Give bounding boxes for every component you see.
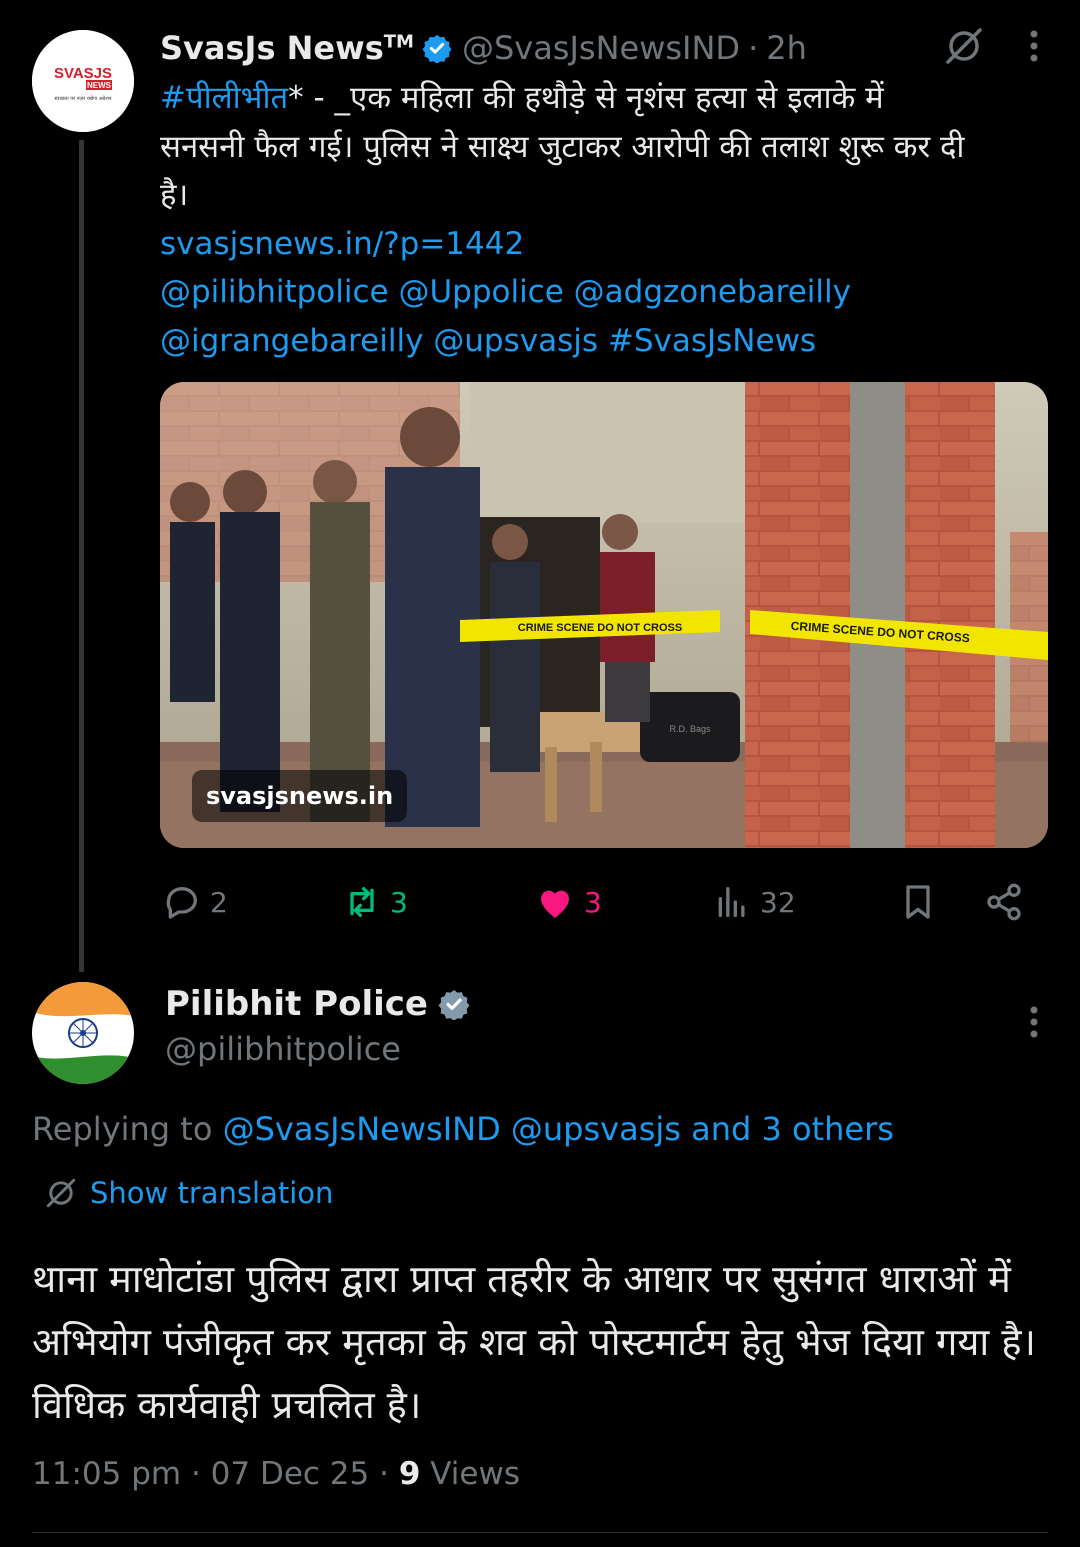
like-count: 3 bbox=[584, 885, 602, 919]
like-icon bbox=[541, 890, 569, 918]
reply-views-label: Views bbox=[430, 1456, 520, 1492]
show-translation-label: Show translation bbox=[90, 1176, 334, 1210]
tweet-text-line: है। bbox=[160, 177, 189, 213]
divider bbox=[32, 1532, 1048, 1533]
tweet-text-line: * - _एक महिला की हथौड़े से नृशंस हत्या स… bbox=[288, 80, 884, 116]
repost-icon bbox=[350, 887, 374, 917]
svg-text:R.D. Bags: R.D. Bags bbox=[669, 724, 711, 734]
views-icon bbox=[718, 887, 745, 917]
tweet-header-actions bbox=[944, 26, 1040, 66]
header-separator: · bbox=[748, 29, 759, 67]
separator: · bbox=[379, 1456, 389, 1492]
reply-author-name[interactable]: Pilibhit Police bbox=[165, 984, 480, 1024]
tweet-header: SvasJs NewsTM @SvasJsNewsIND · 2h bbox=[160, 25, 807, 71]
share-button[interactable] bbox=[984, 870, 1024, 934]
like-button[interactable]: 3 bbox=[534, 870, 602, 934]
bookmark-button[interactable] bbox=[898, 870, 938, 934]
repost-button[interactable]: 3 bbox=[342, 870, 408, 934]
tweet-action-bar: 2 3 3 32 bbox=[160, 870, 1048, 934]
svasjs-avatar[interactable]: SVASJS NEWS स्वच्छता पर नज़र रखेगा अग्रे… bbox=[32, 30, 134, 132]
reply-text: थाना माधोटांडा पुलिस द्वारा प्राप्त तहरी… bbox=[32, 1257, 1036, 1427]
svg-text:SVASJS: SVASJS bbox=[54, 65, 112, 82]
mentions-line[interactable]: @pilibhitpolice @Uppolice @adgzonebareil… bbox=[160, 268, 1050, 317]
reply-timestamp: 11:05 pm · 07 Dec 25 · 9 Views bbox=[32, 1456, 520, 1492]
more-icon[interactable] bbox=[1028, 28, 1040, 64]
author-handle[interactable]: @SvasJsNewsIND bbox=[462, 29, 740, 67]
views-count: 32 bbox=[760, 885, 796, 919]
tweet-url-link[interactable]: svasjsnews.in/?p=1442 bbox=[160, 220, 1050, 269]
media-watermark: svasjsnews.in bbox=[192, 770, 408, 822]
svg-text:NEWS: NEWS bbox=[87, 81, 112, 90]
author-name[interactable]: SvasJs NewsTM bbox=[160, 29, 414, 67]
tweet-time[interactable]: 2h bbox=[766, 29, 807, 67]
mentions-line[interactable]: @igrangebareilly @upsvasjs #SvasJsNews bbox=[160, 317, 1050, 366]
reply-author-handle[interactable]: @pilibhitpolice bbox=[165, 1030, 401, 1068]
replying-to: Replying to @SvasJsNewsIND @upsvasjs and… bbox=[32, 1110, 894, 1148]
more-icon bbox=[1030, 1006, 1038, 1038]
verified-badge-icon bbox=[422, 34, 452, 63]
reply-button[interactable]: 2 bbox=[162, 870, 228, 934]
translate-icon bbox=[46, 1178, 76, 1208]
tweet-text-line: सनसनी फैल गई। पुलिस ने साक्ष्य जुटाकर आर… bbox=[160, 128, 965, 165]
svg-text:स्वच्छता पर नज़र रखेगा अग्रेशन: स्वच्छता पर नज़र रखेगा अग्रेशन bbox=[54, 95, 111, 102]
reply-icon bbox=[166, 887, 197, 919]
share-icon bbox=[987, 883, 1021, 921]
replying-to-label: Replying to bbox=[32, 1110, 213, 1148]
reply-time[interactable]: 11:05 pm bbox=[32, 1456, 181, 1492]
verified-badge-icon bbox=[438, 990, 470, 1020]
reply-count: 2 bbox=[210, 885, 228, 919]
reply-more-button[interactable] bbox=[1028, 1004, 1040, 1044]
translate-icon[interactable] bbox=[944, 26, 984, 66]
show-translation-button[interactable]: Show translation bbox=[44, 1176, 333, 1210]
reply-views-count: 9 bbox=[398, 1456, 421, 1492]
repost-count: 3 bbox=[390, 885, 408, 919]
thread-connector-line bbox=[79, 140, 84, 972]
svg-text:CRIME SCENE DO NOT CROSS: CRIME SCENE DO NOT CROSS bbox=[518, 622, 682, 634]
views-button[interactable]: 32 bbox=[712, 870, 796, 934]
hashtag-link[interactable]: #पीलीभीत bbox=[160, 80, 288, 116]
reply-date[interactable]: 07 Dec 25 bbox=[211, 1456, 370, 1492]
india-flag-avatar bbox=[32, 982, 134, 1084]
svasjs-logo: SVASJS NEWS स्वच्छता पर नज़र रखेगा अग्रे… bbox=[32, 30, 134, 132]
replying-to-targets[interactable]: @SvasJsNewsIND @upsvasjs and 3 others bbox=[223, 1110, 894, 1148]
pilibhit-police-avatar[interactable] bbox=[32, 982, 134, 1084]
bookmark-icon bbox=[906, 885, 930, 919]
tweet-text: #पीलीभीत* - _एक महिला की हथौड़े से नृशंस… bbox=[160, 74, 1050, 365]
separator: · bbox=[190, 1456, 201, 1492]
